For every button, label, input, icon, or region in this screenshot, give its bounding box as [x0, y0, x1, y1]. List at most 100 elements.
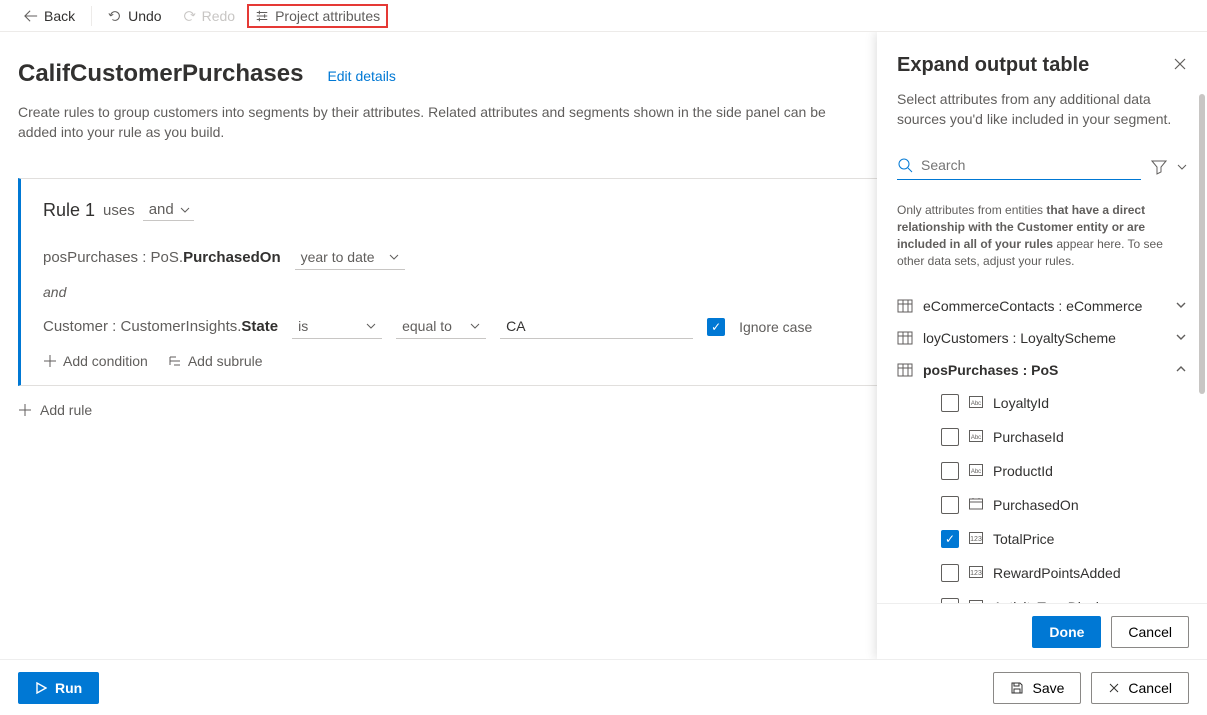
attr-type-icon: Abc	[969, 429, 983, 445]
attr-type-icon	[969, 497, 983, 513]
close-icon	[1173, 57, 1187, 71]
edit-details-link[interactable]: Edit details	[327, 68, 395, 84]
attribute-row[interactable]: ✓ 123 TotalPrice	[941, 522, 1187, 556]
panel-search[interactable]	[897, 153, 1141, 180]
attr-type-icon: 123	[969, 565, 983, 581]
attribute-checkbox[interactable]	[941, 462, 959, 480]
add-condition-button[interactable]: Add condition	[43, 353, 148, 369]
cond2-attribute: Customer : CustomerInsights.State	[43, 318, 278, 335]
table-icon	[897, 330, 913, 346]
attr-type-icon: 123	[969, 531, 983, 547]
cond1-value-dropdown[interactable]: year to date	[295, 245, 405, 270]
attribute-label: RewardPointsAdded	[993, 565, 1121, 581]
back-button[interactable]: Back	[16, 4, 83, 28]
close-panel-button[interactable]	[1173, 57, 1187, 74]
entity-group-label: loyCustomers : LoyaltyScheme	[923, 330, 1116, 346]
panel-cancel-button[interactable]: Cancel	[1111, 616, 1189, 648]
attr-type-icon: Abc	[969, 395, 983, 411]
attr-type-icon: Abc	[969, 463, 983, 479]
attribute-row[interactable]: 123 RewardPointsAdded	[941, 556, 1187, 590]
entity-group[interactable]: eCommerceContacts : eCommerce	[897, 290, 1187, 322]
close-icon	[1108, 682, 1120, 694]
panel-scrollbar-thumb[interactable]	[1199, 94, 1205, 394]
attribute-row[interactable]: AbcPurchaseId	[941, 420, 1187, 454]
plus-icon	[18, 403, 32, 417]
entity-group-label: eCommerceContacts : eCommerce	[923, 298, 1142, 314]
svg-text:Abc: Abc	[971, 469, 981, 475]
chevron-up-icon	[1175, 363, 1187, 375]
table-icon	[897, 362, 913, 378]
cond2-op2-value: equal to	[402, 318, 452, 334]
panel-done-button[interactable]: Done	[1032, 616, 1101, 648]
svg-text:Abc: Abc	[971, 401, 981, 407]
rule-operator-dropdown[interactable]: and	[143, 199, 194, 221]
uses-text: uses	[103, 202, 135, 219]
cond1-attribute: posPurchases : PoS.PurchasedOn	[43, 249, 281, 266]
attribute-label: LoyaltyId	[993, 395, 1049, 411]
subrule-icon	[168, 354, 182, 368]
attribute-row[interactable]: AbcProductId	[941, 454, 1187, 488]
attribute-checkbox[interactable]	[941, 598, 959, 603]
add-condition-label: Add condition	[63, 353, 148, 369]
project-attributes-button[interactable]: Project attributes	[247, 4, 388, 28]
svg-text:123: 123	[970, 570, 982, 577]
save-button[interactable]: Save	[993, 672, 1081, 704]
page-footer: Run Save Cancel	[0, 659, 1207, 715]
attr-type-icon: Abc	[969, 599, 983, 603]
attribute-label: PurchasedOn	[993, 497, 1079, 513]
page-title: CalifCustomerPurchases	[18, 60, 303, 88]
panel-title: Expand output table	[897, 54, 1173, 77]
ignore-case-checkbox[interactable]: ✓	[707, 318, 725, 336]
attribute-checkbox[interactable]: ✓	[941, 530, 959, 548]
cancel-label: Cancel	[1128, 680, 1172, 696]
panel-description: Select attributes from any additional da…	[897, 89, 1187, 129]
redo-label: Redo	[202, 8, 235, 24]
toolbar-separator	[91, 6, 92, 26]
undo-button[interactable]: Undo	[100, 4, 169, 28]
chevron-down-icon	[1175, 299, 1187, 311]
add-subrule-label: Add subrule	[188, 353, 263, 369]
run-label: Run	[55, 680, 82, 696]
project-icon	[255, 9, 269, 23]
add-rule-label: Add rule	[40, 402, 92, 418]
cond2-op2-dropdown[interactable]: equal to	[396, 314, 486, 339]
plus-icon	[43, 354, 57, 368]
chevron-down-icon	[470, 321, 480, 331]
cond1-value: year to date	[301, 249, 375, 265]
rule-operator-value: and	[149, 201, 174, 218]
cond2-op1-dropdown[interactable]: is	[292, 314, 382, 339]
cond2-op1-value: is	[298, 318, 308, 334]
chevron-down-icon	[366, 321, 376, 331]
cond2-value-input[interactable]	[500, 314, 693, 339]
run-button[interactable]: Run	[18, 672, 99, 704]
chevron-down-icon[interactable]	[1177, 162, 1187, 172]
undo-icon	[108, 9, 122, 23]
top-toolbar: Back Undo Redo Project attributes	[0, 0, 1207, 32]
attribute-checkbox[interactable]	[941, 394, 959, 412]
back-label: Back	[44, 8, 75, 24]
page-description: Create rules to group customers into seg…	[18, 102, 838, 142]
attribute-label: TotalPrice	[993, 531, 1054, 547]
attribute-row[interactable]: PurchasedOn	[941, 488, 1187, 522]
attribute-checkbox[interactable]	[941, 428, 959, 446]
chevron-down-icon	[1175, 331, 1187, 343]
panel-search-input[interactable]	[921, 157, 1141, 173]
entity-group[interactable]: loyCustomers : LoyaltyScheme	[897, 322, 1187, 354]
chevron-down-icon	[180, 205, 190, 215]
redo-icon	[182, 9, 196, 23]
expand-output-panel: Expand output table Select attributes fr…	[877, 32, 1207, 659]
attribute-checkbox[interactable]	[941, 564, 959, 582]
attribute-row[interactable]: AbcActivityTypeDisplay	[941, 590, 1187, 603]
undo-label: Undo	[128, 8, 161, 24]
ignore-case-label: Ignore case	[739, 319, 812, 335]
cancel-button[interactable]: Cancel	[1091, 672, 1189, 704]
entity-group[interactable]: posPurchases : PoS	[897, 354, 1187, 386]
attribute-checkbox[interactable]	[941, 496, 959, 514]
filter-icon[interactable]	[1151, 159, 1167, 175]
svg-text:123: 123	[970, 536, 982, 543]
entity-group-label: posPurchases : PoS	[923, 362, 1058, 378]
add-subrule-button[interactable]: Add subrule	[168, 353, 263, 369]
panel-note: Only attributes from entities that have …	[897, 202, 1187, 270]
save-label: Save	[1032, 680, 1064, 696]
attribute-row[interactable]: Abc LoyaltyId	[941, 386, 1187, 420]
